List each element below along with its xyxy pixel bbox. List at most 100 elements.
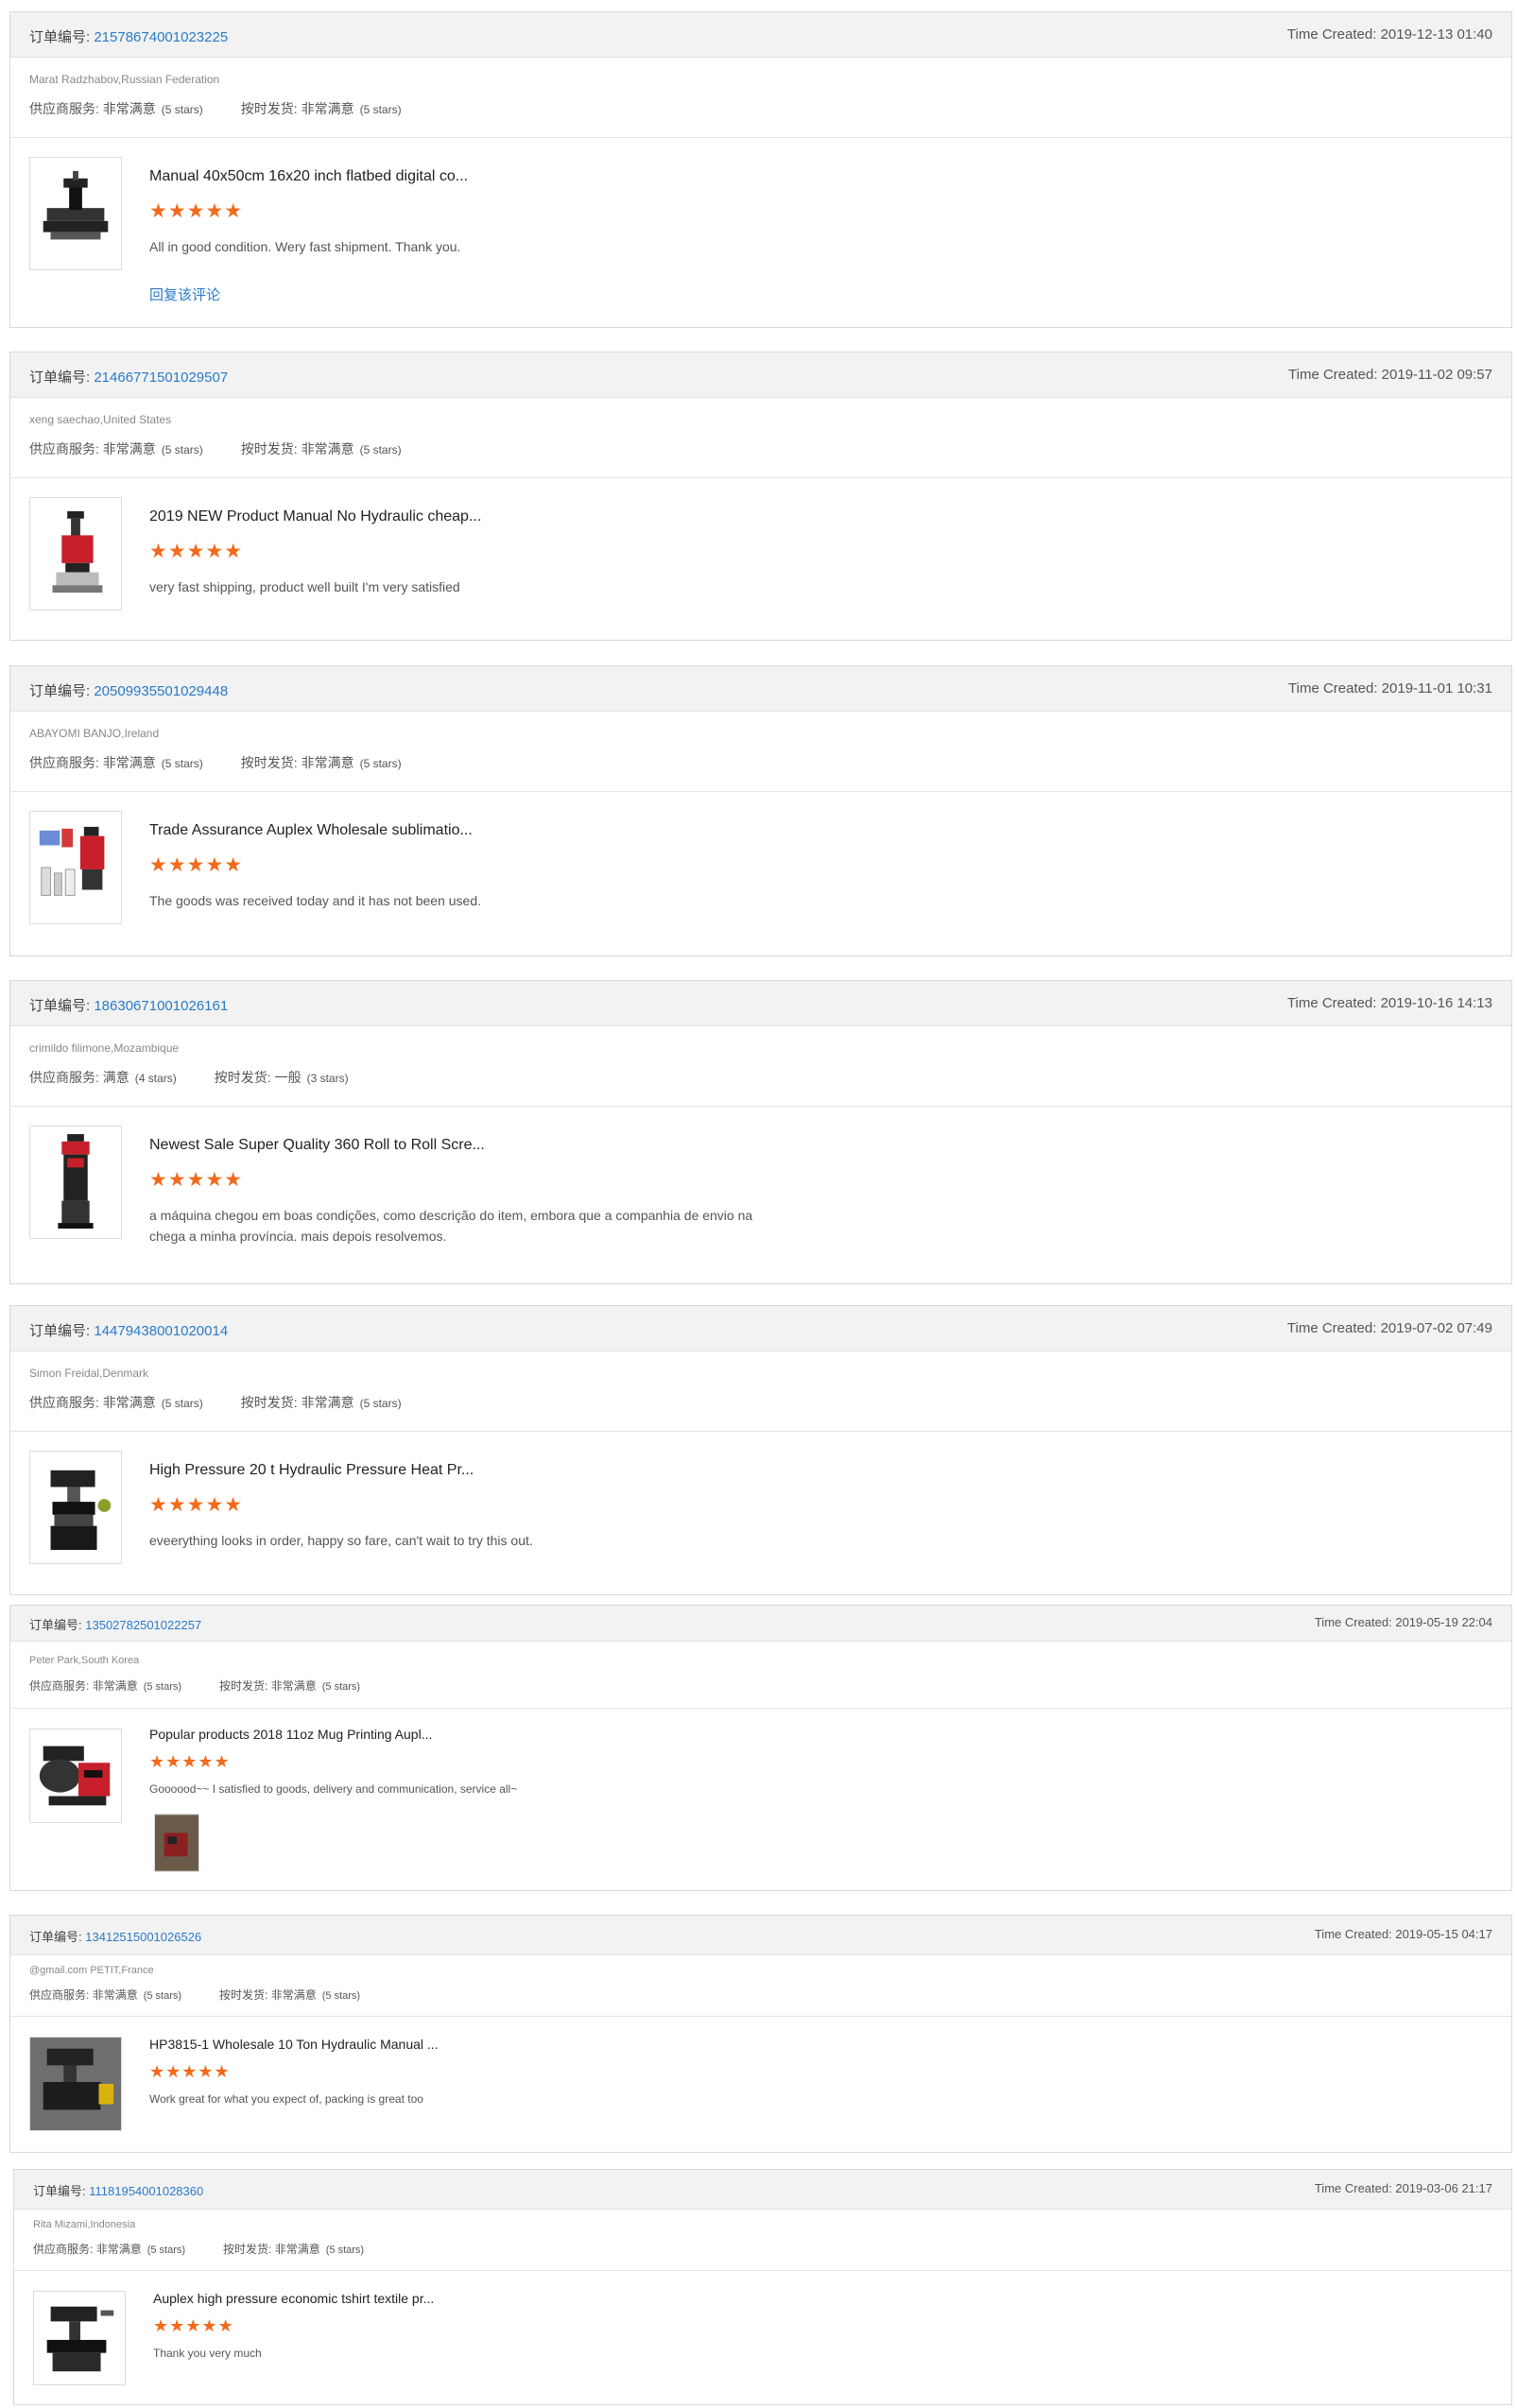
card-header: 订单编号: 13502782501022257 Time Created: 20… — [10, 1606, 1511, 1642]
order-number-link[interactable]: 11181954001028360 — [89, 2184, 203, 2198]
card-header: 订单编号: 20509935501029448 Time Created: 20… — [10, 666, 1511, 712]
rating-summary: 供应商服务: 非常满意 (5 stars) 按时发货: 非常满意 (5 stars) — [29, 1988, 361, 2002]
supplier-rating: 满意 — [102, 1070, 129, 1085]
product-thumbnail[interactable] — [29, 1126, 122, 1239]
star-rating: ★★★★★ — [149, 2062, 231, 2081]
tshirt-press-icon — [46, 2306, 114, 2372]
product-title[interactable]: High Pressure 20 t Hydraulic Pressure He… — [149, 1462, 474, 1479]
order-number-row: 订单编号: 13412515001026526 — [29, 1930, 202, 1944]
supplier-rating: 非常满意 — [92, 1988, 138, 2002]
review-comment: The goods was received today and it has … — [149, 893, 482, 908]
review-photo[interactable] — [154, 1814, 199, 1872]
supplier-rating: 非常满意 — [102, 101, 156, 116]
star-rating: ★★★★★ — [149, 1169, 244, 1191]
product-title[interactable]: HP3815-1 Wholesale 10 Ton Hydraulic Manu… — [149, 2037, 439, 2052]
star-rating: ★★★★★ — [149, 1752, 231, 1771]
flatbed-press-icon — [43, 170, 109, 240]
product-title[interactable]: Auplex high pressure economic tshirt tex… — [153, 2291, 434, 2306]
divider — [14, 2270, 1511, 2271]
ontime-rating: 非常满意 — [301, 441, 354, 456]
product-thumbnail[interactable] — [29, 811, 122, 924]
buyer-name: Simon Freidal,Denmark — [29, 1367, 149, 1380]
review-card: 订单编号: 14479438001020014 Time Created: 20… — [9, 1305, 1512, 1595]
hydraulic-press-icon — [50, 1470, 112, 1551]
review-comment: All in good condition. Wery fast shipmen… — [149, 239, 461, 254]
order-number-row: 订单编号: 20509935501029448 — [29, 683, 229, 699]
ontime-rating: 非常满意 — [301, 1395, 354, 1410]
time-created: Time Created: 2019-05-15 04:17 — [1314, 1927, 1492, 1941]
time-created: Time Created: 2019-10-16 14:13 — [1286, 995, 1492, 1011]
rating-summary: 供应商服务: 非常满意 (5 stars) 按时发货: 非常满意 (5 stars) — [29, 101, 402, 116]
review-card: 订单编号: 21466771501029507 Time Created: 20… — [9, 352, 1512, 641]
divider — [10, 477, 1511, 478]
rating-summary: 供应商服务: 满意 (4 stars) 按时发货: 一般 (3 stars) — [29, 1070, 349, 1085]
review-card: 订单编号: 20509935501029448 Time Created: 20… — [9, 665, 1512, 956]
star-rating: ★★★★★ — [149, 200, 244, 222]
ontime-rating: 非常满意 — [301, 101, 354, 116]
review-card: 订单编号: 13502782501022257 Time Created: 20… — [9, 1605, 1512, 1891]
mug-press-icon — [39, 1746, 111, 1806]
review-card: 订单编号: 18630671001026161 Time Created: 20… — [9, 980, 1512, 1284]
product-title[interactable]: 2019 NEW Product Manual No Hydraulic che… — [149, 508, 481, 525]
buyer-name: Rita Mizami,Indonesia — [33, 2219, 136, 2230]
review-comment: eveerything looks in order, happy so far… — [149, 1533, 533, 1548]
supplier-rating: 非常满意 — [102, 441, 156, 456]
product-thumbnail[interactable] — [33, 2291, 126, 2385]
product-thumbnail[interactable] — [29, 497, 122, 611]
supplier-rating: 非常满意 — [102, 1395, 156, 1410]
star-rating: ★★★★★ — [153, 2316, 234, 2335]
rating-summary: 供应商服务: 非常满意 (5 stars) 按时发货: 非常满意 (5 stars) — [33, 2243, 365, 2256]
order-number-link[interactable]: 13502782501022257 — [85, 1618, 201, 1632]
product-thumbnail[interactable] — [29, 1729, 122, 1823]
product-thumbnail[interactable] — [29, 157, 122, 270]
divider — [10, 791, 1511, 792]
rating-summary: 供应商服务: 非常满意 (5 stars) 按时发货: 非常满意 (5 stars) — [29, 1679, 361, 1693]
product-thumbnail[interactable] — [29, 2037, 122, 2131]
order-number-link[interactable]: 21578674001023225 — [94, 29, 228, 45]
time-created: Time Created: 2019-11-01 10:31 — [1288, 680, 1492, 697]
ontime-rating: 非常满意 — [274, 2243, 320, 2256]
review-card: 订单编号: 13412515001026526 Time Created: 20… — [9, 1915, 1512, 2153]
reply-link[interactable]: 回复该评论 — [149, 284, 220, 304]
order-label: 订单编号: — [29, 29, 91, 45]
card-header: 订单编号: 11181954001028360 Time Created: 20… — [14, 2170, 1511, 2210]
manual-press-photo-icon — [30, 2038, 121, 2130]
rating-summary: 供应商服务: 非常满意 (5 stars) 按时发货: 非常满意 (5 stars) — [29, 1395, 402, 1410]
rating-summary: 供应商服务: 非常满意 (5 stars) 按时发货: 非常满意 (5 stars) — [29, 755, 402, 770]
order-number-row: 订单编号: 13502782501022257 — [29, 1618, 202, 1632]
review-comment: Goooood~~ I satisfied to goods, delivery… — [149, 1782, 518, 1796]
buyer-name: crimildo filimone,Mozambique — [29, 1041, 180, 1055]
time-created: Time Created: 2019-07-02 07:49 — [1286, 1320, 1492, 1336]
product-thumbnail[interactable] — [29, 1451, 122, 1564]
product-title[interactable]: Manual 40x50cm 16x20 inch flatbed digita… — [149, 168, 468, 185]
star-rating: ★★★★★ — [149, 1494, 244, 1516]
order-number-link[interactable]: 14479438001020014 — [94, 1323, 228, 1339]
order-number-row: 订单编号: 21578674001023225 — [29, 26, 228, 46]
order-number-link[interactable]: 21466771501029507 — [94, 370, 228, 386]
divider — [10, 2016, 1511, 2017]
star-rating: ★★★★★ — [149, 854, 244, 876]
product-title[interactable]: Newest Sale Super Quality 360 Roll to Ro… — [149, 1137, 485, 1154]
review-card: 订单编号: 21578674001023225 Time Created: 20… — [9, 11, 1512, 328]
roll-press-icon — [58, 1134, 94, 1229]
buyer-name: Peter Park,South Korea — [29, 1655, 140, 1666]
order-number-link[interactable]: 20509935501029448 — [94, 683, 228, 699]
divider — [10, 1106, 1511, 1107]
ontime-rating: 非常满意 — [270, 1679, 317, 1693]
sublimation-kit-icon — [39, 826, 105, 896]
order-number-link[interactable]: 13412515001026526 — [85, 1930, 201, 1944]
divider — [10, 1708, 1511, 1709]
supplier-rating: 非常满意 — [95, 2243, 142, 2256]
review-card: 订单编号: 11181954001028360 Time Created: 20… — [13, 2169, 1512, 2405]
order-number-link[interactable]: 18630671001026161 — [94, 998, 228, 1014]
ontime-rating: 非常满意 — [270, 1988, 317, 2002]
review-comment: Work great for what you expect of, packi… — [149, 2092, 423, 2106]
card-header: 订单编号: 14479438001020014 Time Created: 20… — [10, 1306, 1511, 1351]
product-title[interactable]: Popular products 2018 11oz Mug Printing … — [149, 1727, 432, 1742]
order-number-row: 订单编号: 11181954001028360 — [33, 2184, 204, 2198]
review-comment: Thank you very much — [153, 2347, 262, 2360]
star-rating: ★★★★★ — [149, 541, 244, 562]
buyer-name: Marat Radzhabov,Russian Federation — [29, 73, 220, 86]
product-title[interactable]: Trade Assurance Auplex Wholesale sublima… — [149, 822, 473, 839]
card-header: 订单编号: 21466771501029507 Time Created: 20… — [10, 353, 1511, 398]
